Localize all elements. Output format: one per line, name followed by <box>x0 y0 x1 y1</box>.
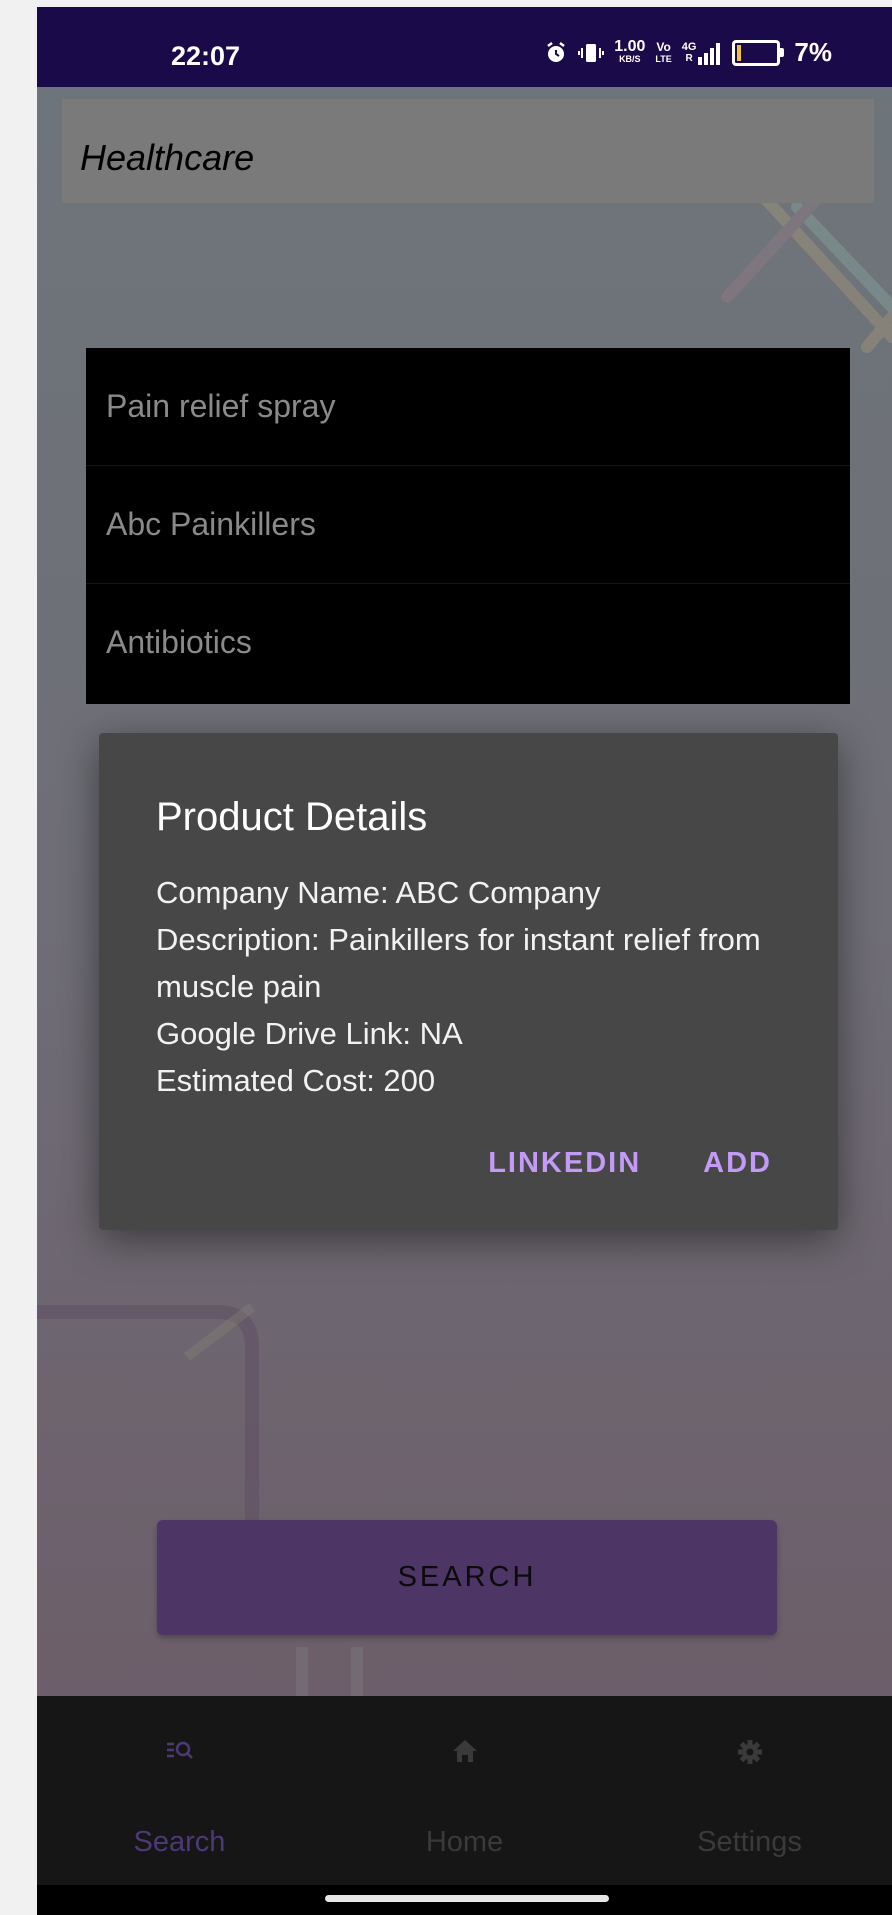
network-indicator: 4G R <box>682 41 723 65</box>
dropdown-item[interactable]: Antibiotics <box>86 584 850 702</box>
dropdown-item-label: Pain relief spray <box>106 388 336 424</box>
product-details-dialog: Product Details Company Name: ABC Compan… <box>99 733 838 1230</box>
add-button[interactable]: ADD <box>703 1147 772 1180</box>
signal-icon <box>698 42 721 65</box>
search-list-icon <box>166 1741 193 1759</box>
search-button[interactable]: SEARCH <box>157 1520 777 1635</box>
home-gesture-pill[interactable] <box>325 1895 609 1902</box>
battery-percent: 7% <box>794 37 832 67</box>
alarm-icon <box>547 41 565 62</box>
data-speed: 1.00 KB/S <box>614 37 646 65</box>
volte-bottom: LTE <box>655 53 672 64</box>
gear-icon <box>737 1740 762 1764</box>
dropdown-item[interactable]: Abc Painkillers <box>86 466 850 584</box>
description-line: Description: Painkillers for instant rel… <box>156 922 761 1004</box>
home-icon <box>452 1740 477 1762</box>
nav-item-home[interactable]: Home <box>322 1696 607 1885</box>
suggestion-dropdown: Pain relief spray Abc Painkillers Antibi… <box>86 348 850 704</box>
status-time: 22:07 <box>171 41 241 71</box>
nav-label-settings: Settings <box>697 1826 802 1858</box>
dialog-title: Product Details <box>156 795 428 839</box>
network-type: 4G R <box>682 41 697 65</box>
status-icons: 1.00 KB/S Vo LTE 4G R 7% <box>544 37 832 68</box>
gesture-bar <box>37 1885 892 1915</box>
nav-label-home: Home <box>425 1826 504 1858</box>
battery-icon <box>732 39 785 66</box>
nav-item-search[interactable]: Search <box>37 1696 322 1885</box>
dialog-actions: LINKEDIN ADD <box>488 1147 772 1180</box>
dropdown-item[interactable]: Pain relief spray <box>86 348 850 466</box>
network-roaming: R <box>685 52 693 64</box>
network-gen: 4G <box>681 40 697 53</box>
bottom-navigation: Search Home Settings <box>37 1696 892 1885</box>
linkedin-button[interactable]: LINKEDIN <box>488 1147 641 1180</box>
company-name-line: Company Name: ABC Company <box>156 875 601 910</box>
vibrate-icon <box>578 43 605 62</box>
app-title: Healthcare <box>80 137 255 178</box>
dropdown-item-label: Antibiotics <box>106 624 252 660</box>
dialog-body: Company Name: ABC Company Description: P… <box>156 869 796 1104</box>
phone-screen: 22:07 1.00 KB/S Vo LTE 4G R 7% Healthcar… <box>37 7 892 1915</box>
volte-indicator: Vo LTE <box>655 41 671 65</box>
dropdown-item-label: Abc Painkillers <box>106 506 316 542</box>
drive-link-line: Google Drive Link: NA <box>156 1016 463 1051</box>
app-bar: Healthcare <box>62 99 874 203</box>
nav-item-settings[interactable]: Settings <box>607 1696 892 1885</box>
status-bar: 22:07 1.00 KB/S Vo LTE 4G R 7% <box>37 7 892 87</box>
data-speed-value: 1.00 <box>614 37 646 55</box>
estimated-cost-line: Estimated Cost: 200 <box>156 1063 436 1098</box>
nav-label-search: Search <box>133 1826 226 1858</box>
volte-top: Vo <box>656 39 671 54</box>
